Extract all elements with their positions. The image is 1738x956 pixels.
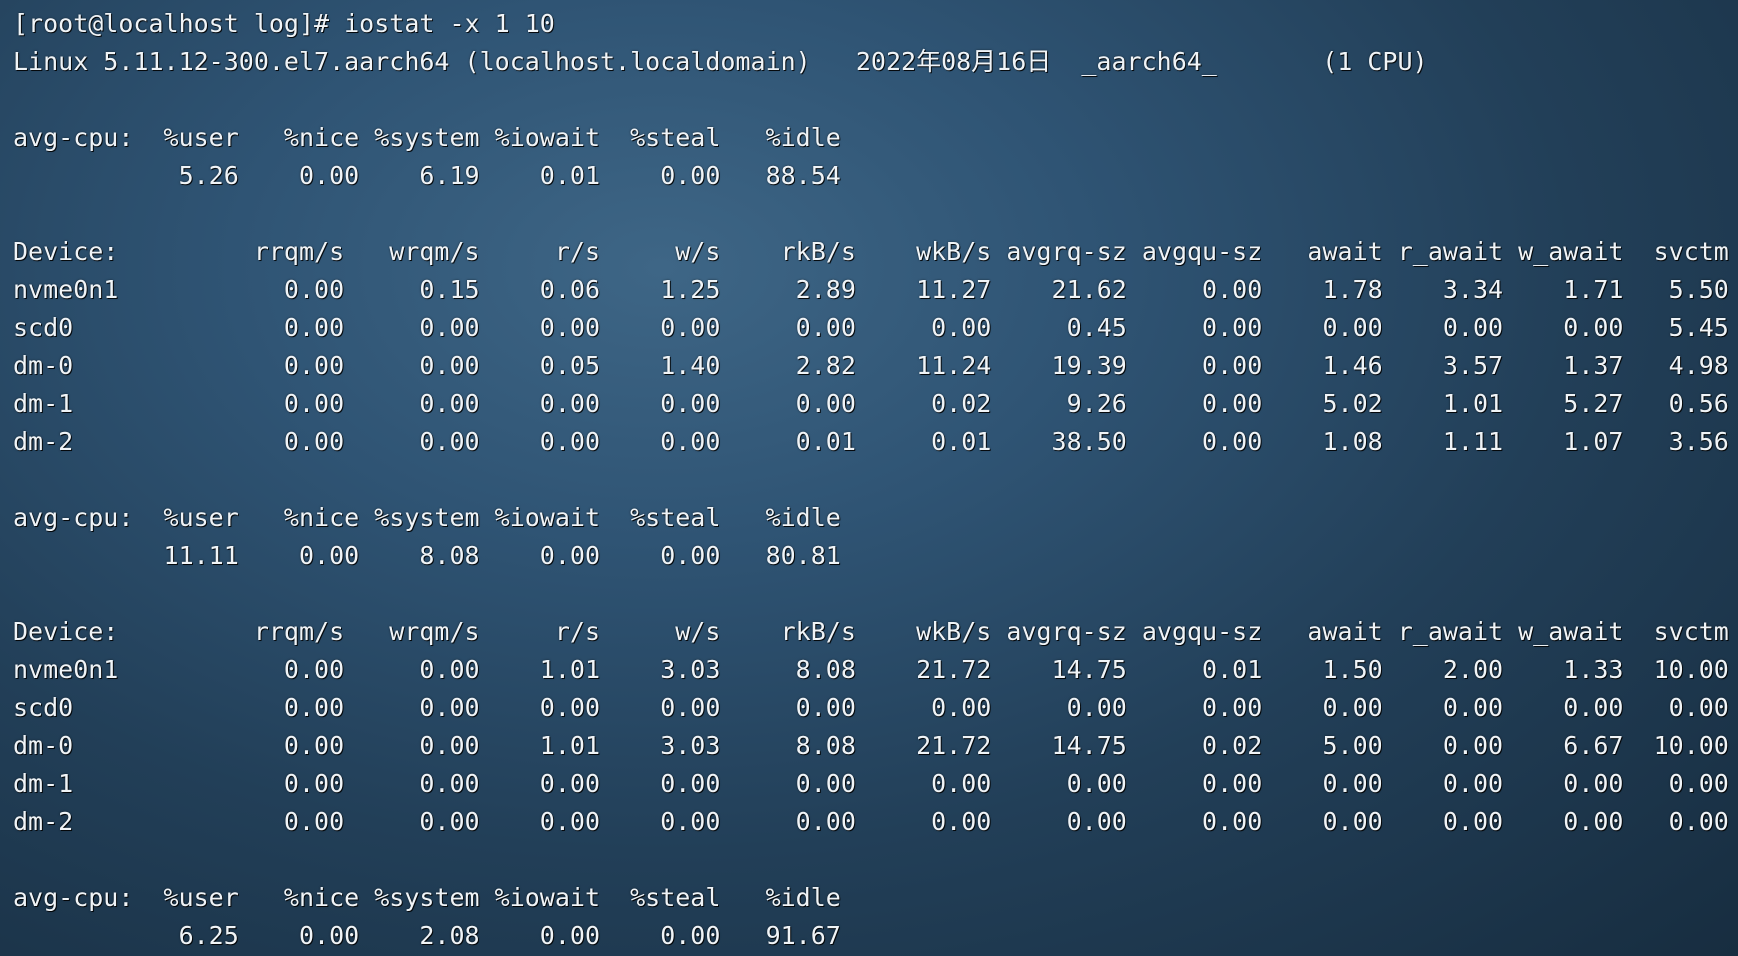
device-row: scd0 0.00 0.00 0.00 0.00 0.00 0.00 0.45 … xyxy=(13,313,1733,342)
device-row: dm-0 0.00 0.00 0.05 1.40 2.82 11.24 19.3… xyxy=(13,351,1733,380)
cpu-values-line: 11.11 0.00 8.08 0.00 0.00 80.81 xyxy=(13,541,841,570)
cpu-header-line: avg-cpu: %user %nice %system %iowait %st… xyxy=(13,883,841,912)
command-prompt-line: [root@localhost log]# iostat -x 1 10 xyxy=(13,9,555,38)
device-row: dm-1 0.00 0.00 0.00 0.00 0.00 0.02 9.26 … xyxy=(13,389,1733,418)
cpu-header-line: avg-cpu: %user %nice %system %iowait %st… xyxy=(13,123,841,152)
device-row: dm-2 0.00 0.00 0.00 0.00 0.00 0.00 0.00 … xyxy=(13,807,1733,836)
device-row: nvme0n1 0.00 0.15 0.06 1.25 2.89 11.27 2… xyxy=(13,275,1733,304)
cpu-header-line: avg-cpu: %user %nice %system %iowait %st… xyxy=(13,503,841,532)
device-row: nvme0n1 0.00 0.00 1.01 3.03 8.08 21.72 1… xyxy=(13,655,1733,684)
cpu-values-line: 5.26 0.00 6.19 0.01 0.00 88.54 xyxy=(13,161,841,190)
device-row: dm-1 0.00 0.00 0.00 0.00 0.00 0.00 0.00 … xyxy=(13,769,1733,798)
device-header-line: Device: rrqm/s wrqm/s r/s w/s rkB/s wkB/… xyxy=(13,237,1733,266)
device-row: dm-2 0.00 0.00 0.00 0.00 0.01 0.01 38.50… xyxy=(13,427,1733,456)
cpu-values-line: 6.25 0.00 2.08 0.00 0.00 91.67 xyxy=(13,921,841,950)
device-header-line: Device: rrqm/s wrqm/s r/s w/s rkB/s wkB/… xyxy=(13,617,1733,646)
terminal-window[interactable]: [root@localhost log]# iostat -x 1 10 Lin… xyxy=(13,5,1733,951)
system-info-line: Linux 5.11.12-300.el7.aarch64 (localhost… xyxy=(13,47,1428,76)
device-row: dm-0 0.00 0.00 1.01 3.03 8.08 21.72 14.7… xyxy=(13,731,1733,760)
device-row: scd0 0.00 0.00 0.00 0.00 0.00 0.00 0.00 … xyxy=(13,693,1733,722)
